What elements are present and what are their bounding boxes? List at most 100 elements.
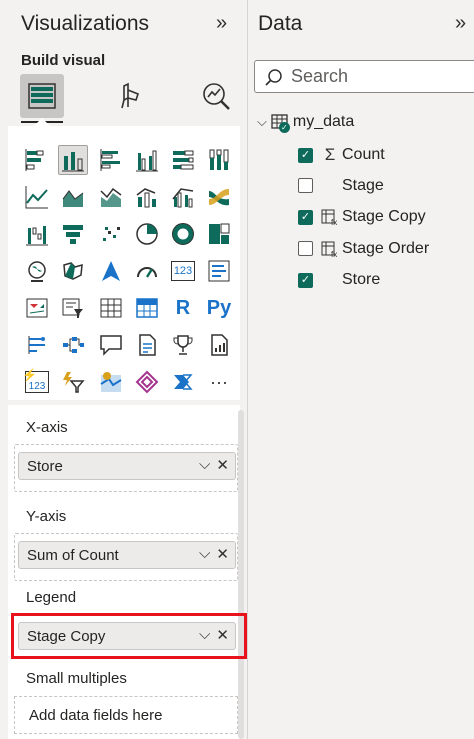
table-icon: ✓ xyxy=(271,113,290,133)
power-apps-card-icon[interactable]: 123 ⚡ xyxy=(22,367,52,397)
build-visual-tab[interactable] xyxy=(20,74,64,118)
collapse-data-pane-icon[interactable]: » xyxy=(455,12,466,35)
funnel-chart-icon[interactable] xyxy=(58,219,88,249)
chevron-down-icon[interactable]: ⌵ xyxy=(257,114,267,130)
yaxis-label: Y-axis xyxy=(26,508,67,525)
field-row-stage-order[interactable]: fx Stage Order xyxy=(298,240,429,258)
xaxis-field-name: Store xyxy=(27,457,63,475)
close-icon[interactable]: ✕ xyxy=(216,626,229,644)
build-visual-icon xyxy=(28,83,56,109)
chevron-down-icon[interactable]: ⌵ xyxy=(199,545,210,563)
scatter-chart-icon[interactable] xyxy=(96,219,126,249)
chevron-down-icon[interactable]: ⌵ xyxy=(199,626,210,644)
small-multiples-well[interactable]: Add data fields here xyxy=(14,696,238,734)
analytics-tab[interactable] xyxy=(194,74,238,118)
visualizations-title: Visualizations xyxy=(21,12,150,35)
legend-label: Legend xyxy=(26,589,77,606)
100-stacked-bar-chart-icon[interactable] xyxy=(168,145,198,175)
field-name: Stage xyxy=(342,176,384,194)
power-apps-icon[interactable] xyxy=(132,367,162,397)
yaxis-field-pill[interactable]: Sum of Count ⌵ ✕ xyxy=(18,541,236,569)
svg-text:fx: fx xyxy=(331,218,337,226)
card-icon[interactable]: 123 xyxy=(168,256,198,286)
chevron-down-icon[interactable]: ⌵ xyxy=(199,456,210,474)
line-and-column-chart-icon[interactable] xyxy=(132,182,162,212)
r-script-visual-icon[interactable]: R xyxy=(168,293,198,323)
multi-row-card-icon[interactable] xyxy=(204,256,234,286)
table-icon[interactable] xyxy=(96,293,126,323)
field-name: Stage Order xyxy=(342,239,430,257)
collapse-pane-icon[interactable]: » xyxy=(216,12,227,35)
field-checkbox[interactable]: ✓ xyxy=(298,147,313,163)
filled-map-icon[interactable] xyxy=(58,256,88,286)
legend-field-name: Stage Copy xyxy=(27,627,106,645)
field-row-store[interactable]: ✓ Store xyxy=(298,271,380,289)
stacked-area-chart-icon[interactable] xyxy=(96,182,126,212)
key-influencers-icon[interactable] xyxy=(22,330,52,360)
gauge-icon[interactable] xyxy=(132,256,162,286)
python-visual-icon[interactable]: Py xyxy=(204,293,234,323)
power-automate-filter-icon[interactable] xyxy=(58,367,88,397)
smart-narrative-icon[interactable] xyxy=(132,330,162,360)
field-row-count[interactable]: ✓ Σ Count xyxy=(298,145,385,165)
more-visuals-icon[interactable]: ··· xyxy=(204,367,234,397)
field-checkbox[interactable]: ✓ xyxy=(298,272,313,288)
scrollbar[interactable] xyxy=(238,410,244,739)
calculated-column-icon: fx xyxy=(319,240,341,258)
build-visual-label: Build visual xyxy=(21,52,106,69)
checkmark-icon: ✓ xyxy=(300,148,311,161)
stacked-bar-chart-icon[interactable] xyxy=(22,145,52,175)
matrix-icon[interactable] xyxy=(132,293,162,323)
decomposition-tree-icon[interactable] xyxy=(58,330,88,360)
100-stacked-column-chart-icon[interactable] xyxy=(204,145,234,175)
pie-chart-icon[interactable] xyxy=(132,219,162,249)
search-icon xyxy=(265,68,282,86)
field-checkbox[interactable]: ✓ xyxy=(298,209,313,225)
treemap-icon[interactable] xyxy=(204,219,234,249)
add-fields-placeholder: Add data fields here xyxy=(29,706,163,724)
field-checkbox[interactable] xyxy=(298,241,313,256)
field-row-stage-copy[interactable]: ✓ fx Stage Copy xyxy=(298,208,426,226)
data-title: Data xyxy=(258,12,303,35)
paint-brush-icon xyxy=(121,82,139,109)
field-row-stage[interactable]: Stage xyxy=(298,177,384,195)
format-visual-tab[interactable] xyxy=(108,74,152,118)
close-icon[interactable]: ✕ xyxy=(216,456,229,474)
arcgis-map-icon[interactable] xyxy=(96,367,126,397)
table-node[interactable]: ⌵ ✓ my_data xyxy=(257,113,355,133)
visualizations-pane: Visualizations » Build visual 123 R Py 1… xyxy=(0,0,248,739)
table-name: my_data xyxy=(292,113,355,130)
slicer-icon[interactable] xyxy=(58,293,88,323)
calculated-column-icon: fx xyxy=(319,208,341,226)
kpi-icon[interactable] xyxy=(22,293,52,323)
field-name: Count xyxy=(342,146,385,163)
clustered-column-chart-icon[interactable] xyxy=(132,145,162,175)
power-automate-icon[interactable] xyxy=(168,367,198,397)
sigma-icon: Σ xyxy=(324,145,336,164)
qa-visual-icon[interactable] xyxy=(96,330,126,360)
legend-field-pill[interactable]: Stage Copy ⌵ ✕ xyxy=(18,622,236,650)
check-badge-icon: ✓ xyxy=(278,122,290,133)
stacked-column-chart-icon[interactable] xyxy=(58,145,88,175)
close-icon[interactable]: ✕ xyxy=(216,545,229,563)
ribbon-chart-icon[interactable] xyxy=(204,182,234,212)
goals-trophy-icon[interactable] xyxy=(168,330,198,360)
xaxis-label: X-axis xyxy=(26,419,68,436)
clustered-bar-chart-icon[interactable] xyxy=(96,145,126,175)
xaxis-field-pill[interactable]: Store ⌵ ✕ xyxy=(18,452,236,480)
svg-text:fx: fx xyxy=(331,250,337,258)
field-checkbox[interactable] xyxy=(298,178,313,193)
waterfall-chart-icon[interactable] xyxy=(22,219,52,249)
map-icon[interactable] xyxy=(22,256,52,286)
search-input[interactable]: Search xyxy=(254,60,474,93)
line-chart-icon[interactable] xyxy=(22,182,52,212)
donut-chart-icon[interactable] xyxy=(168,219,198,249)
area-chart-icon[interactable] xyxy=(58,182,88,212)
azure-map-icon[interactable] xyxy=(96,256,126,286)
small-multiples-label: Small multiples xyxy=(26,670,127,687)
paginated-report-icon[interactable] xyxy=(204,330,234,360)
field-name: Stage Copy xyxy=(342,208,426,225)
line-and-clustered-column-icon[interactable] xyxy=(168,182,198,212)
search-placeholder: Search xyxy=(291,66,349,86)
data-pane: Data » Search ⌵ ✓ my_data ✓ Σ Count Stage ✓ f… xyxy=(249,0,474,739)
